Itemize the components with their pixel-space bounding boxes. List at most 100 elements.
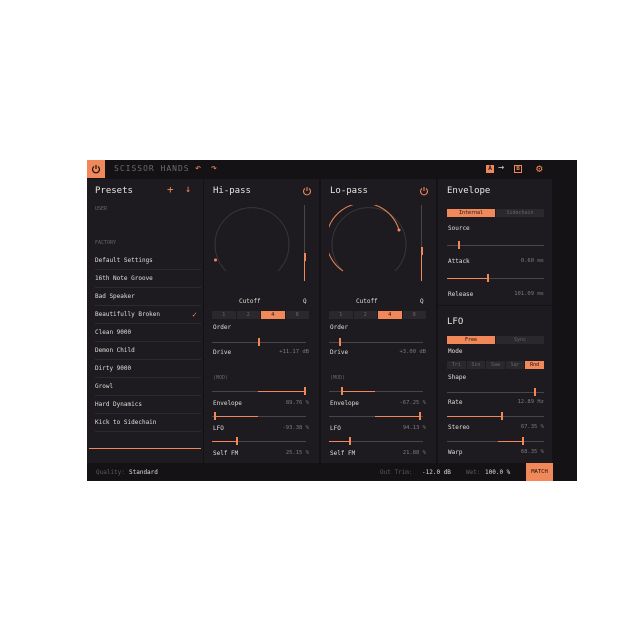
env-source-option[interactable]: Sidechain xyxy=(496,209,544,217)
hipass-order-selector[interactable]: 1248 xyxy=(212,311,310,319)
lfo-mode-label: Mode xyxy=(448,348,463,355)
lfo-stereo-slider[interactable] xyxy=(501,412,503,420)
lfo-mode-selector[interactable]: Free Sync xyxy=(447,336,545,344)
hipass-drive-label: Drive xyxy=(213,349,232,356)
preset-item[interactable]: Hard Dynamics xyxy=(95,396,201,414)
lfo-rate-slider[interactable] xyxy=(534,388,536,396)
preset-item-label: Hard Dynamics xyxy=(95,401,142,408)
power-icon xyxy=(91,165,101,174)
hipass-order-option[interactable]: 2 xyxy=(236,311,260,319)
lfo-shape-option[interactable]: Sqr xyxy=(505,361,525,369)
hipass-order-option[interactable]: 1 xyxy=(212,311,236,319)
lopass-drive-label: Drive xyxy=(330,349,349,356)
envelope-attack-slider[interactable] xyxy=(458,241,460,249)
lfo-shape-option[interactable]: Rnd xyxy=(525,361,544,369)
lfo-rate-value: 12.89 Hz xyxy=(517,399,545,405)
hipass-lfo-slider[interactable] xyxy=(214,412,216,420)
match-button[interactable]: MATCH xyxy=(526,463,553,481)
envelope-attack-value: 0.60 ms xyxy=(520,258,544,264)
preset-item-label: Bad Speaker xyxy=(95,293,135,300)
preset-item[interactable]: Clean 9000 xyxy=(95,324,201,342)
hipass-order-option[interactable]: 4 xyxy=(261,311,285,319)
lfo-mode-option[interactable]: Free xyxy=(447,336,495,344)
lopass-order-option[interactable]: 8 xyxy=(402,311,426,319)
lopass-cutoff-knob[interactable] xyxy=(329,205,409,285)
hipass-drive-slider[interactable] xyxy=(258,338,260,346)
preset-item[interactable]: Bad Speaker xyxy=(95,288,201,306)
quality-label: Quality: xyxy=(96,469,125,476)
lfo-shape-option[interactable]: Saw xyxy=(486,361,505,369)
envelope-source-selector[interactable]: Internal Sidechain xyxy=(447,209,545,217)
hipass-cutoff-knob[interactable] xyxy=(212,205,292,285)
hipass-lfo-fill xyxy=(214,416,258,417)
lopass-power-icon[interactable] xyxy=(419,186,429,196)
download-icon[interactable]: ↓ xyxy=(185,184,191,195)
hipass-envelope-slider[interactable] xyxy=(304,387,306,395)
out-trim-value[interactable]: -12.0 dB xyxy=(422,469,451,476)
lfo-mode-option[interactable]: Sync xyxy=(496,336,544,344)
master-power-button[interactable] xyxy=(87,160,105,178)
lopass-order-option[interactable]: 4 xyxy=(378,311,402,319)
envelope-title: Envelope xyxy=(447,186,491,196)
lfo-shape-option[interactable]: Tri xyxy=(447,361,466,369)
wet-label: Wet: xyxy=(466,469,481,476)
preset-item[interactable]: Beautifully Broken ✓ xyxy=(95,306,201,324)
lopass-order-option[interactable]: 1 xyxy=(329,311,353,319)
hipass-cutoff-label: Cutoff xyxy=(239,298,261,305)
bottom-bar: Quality: Standard Out Trim: -12.0 dB Wet… xyxy=(87,463,577,481)
lopass-order-option[interactable]: 2 xyxy=(353,311,377,319)
lopass-q-fill xyxy=(421,251,422,281)
lopass-selffm-slider[interactable] xyxy=(349,437,351,445)
factory-section-label: FACTORY xyxy=(95,240,117,246)
envelope-attack-label: Attack xyxy=(448,258,470,265)
copy-arrow-icon[interactable]: → xyxy=(498,162,504,173)
preset-a-button[interactable]: A xyxy=(486,165,494,173)
hipass-q-fill xyxy=(304,258,305,281)
preset-item[interactable]: Growl xyxy=(95,378,201,396)
hipass-q-slider[interactable] xyxy=(303,253,306,261)
lfo-shape-option[interactable]: Sin xyxy=(466,361,486,369)
hipass-panel: Hi-pass Cutoff Q 1248 Order Drive +11.17… xyxy=(204,179,319,463)
preset-b-button[interactable]: B xyxy=(514,165,522,173)
envelope-release-slider[interactable] xyxy=(487,274,489,282)
preset-item[interactable]: Default Settings xyxy=(95,252,201,270)
preset-item[interactable]: 16th Note Groove xyxy=(95,270,201,288)
lfo-shape-selector[interactable]: Tri Sin Saw Sqr Rnd xyxy=(447,361,545,369)
lopass-envelope-fill xyxy=(341,391,375,392)
lopass-lfo-slider[interactable] xyxy=(419,412,421,420)
lopass-selffm-value: 21.88 % xyxy=(402,450,426,456)
add-preset-icon[interactable]: + xyxy=(167,183,174,196)
lopass-q-slider[interactable] xyxy=(420,247,423,255)
redo-icon[interactable]: ↷ xyxy=(211,163,217,174)
wet-value[interactable]: 100.0 % xyxy=(485,469,510,476)
hipass-selffm-slider[interactable] xyxy=(236,437,238,445)
lopass-order-selector[interactable]: 1248 xyxy=(329,311,427,319)
lfo-stereo-label: Stereo xyxy=(448,424,470,431)
preset-item[interactable]: Demon Child xyxy=(95,342,201,360)
env-source-option[interactable]: Internal xyxy=(447,209,495,217)
lopass-title: Lo-pass xyxy=(330,186,368,196)
lopass-envelope-slider[interactable] xyxy=(341,387,343,395)
preset-scroll-indicator[interactable] xyxy=(89,448,201,449)
hipass-envelope-fill xyxy=(258,391,306,392)
undo-icon[interactable]: ↶ xyxy=(195,163,201,174)
preset-item-label: Demon Child xyxy=(95,347,135,354)
lopass-drive-slider[interactable] xyxy=(339,338,341,346)
quality-value[interactable]: Standard xyxy=(129,469,158,476)
lfo-rate-track xyxy=(447,392,544,393)
lfo-stereo-fill xyxy=(447,416,501,417)
lfo-warp-slider[interactable] xyxy=(522,437,524,445)
preset-item[interactable]: Dirty 9000 xyxy=(95,360,201,378)
hipass-power-icon[interactable] xyxy=(302,186,312,196)
preset-item-label: 16th Note Groove xyxy=(95,275,153,282)
lopass-lfo-value: 94.13 % xyxy=(402,425,426,431)
hipass-selffm-label: Self FM xyxy=(213,450,239,457)
envelope-release-value: 101.09 ms xyxy=(514,291,544,297)
hipass-order-option[interactable]: 8 xyxy=(285,311,309,319)
envelope-release-fill xyxy=(447,278,487,279)
checkmark-icon: ✓ xyxy=(192,310,197,319)
preset-item-label: Growl xyxy=(95,383,114,390)
preset-item[interactable]: Kick to Sidechain xyxy=(95,414,201,432)
lopass-envelope-label: Envelope xyxy=(330,400,359,407)
gear-icon[interactable]: ⚙ xyxy=(536,162,543,175)
